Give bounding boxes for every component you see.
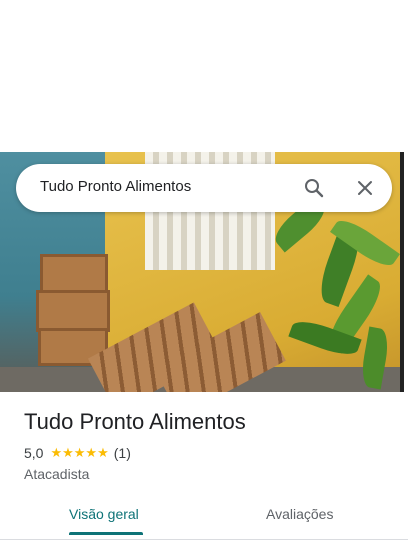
tab-overview[interactable]: Visão geral: [69, 506, 139, 522]
active-tab-indicator: [69, 532, 143, 535]
place-category[interactable]: Atacadista: [24, 466, 89, 482]
tab-reviews[interactable]: Avaliações: [266, 506, 333, 522]
place-title: Tudo Pronto Alimentos: [24, 409, 246, 434]
tabs-divider: [0, 539, 408, 540]
search-bar[interactable]: Tudo Pronto Alimentos: [16, 164, 392, 212]
close-icon[interactable]: [353, 176, 377, 200]
photo-crate: [40, 254, 108, 294]
search-input[interactable]: Tudo Pronto Alimentos: [40, 178, 191, 195]
place-tabs: Visão geral Avaliações: [0, 496, 408, 536]
scrollbar-edge: [400, 152, 404, 392]
rating-value: 5,0: [24, 445, 44, 461]
review-count[interactable]: (1): [114, 445, 131, 461]
rating-row[interactable]: 5,0 ★★★★★ (1): [24, 445, 131, 461]
photo-crate: [36, 290, 110, 332]
search-icon[interactable]: [302, 176, 326, 200]
rating-stars: ★★★★★: [50, 445, 109, 460]
